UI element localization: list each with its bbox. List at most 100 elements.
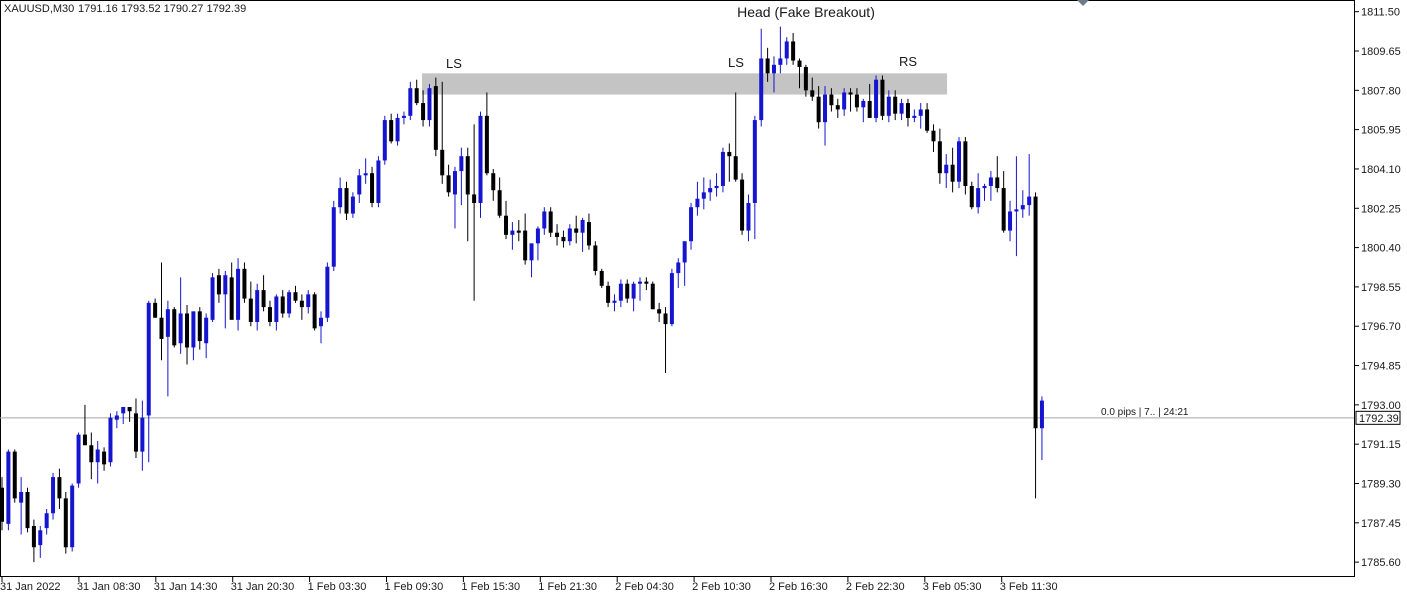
candle-bear (465, 156, 470, 195)
x-tick-label: 31 Jan 08:30 (77, 581, 141, 593)
candle-bear (197, 311, 202, 342)
candle-bear (548, 211, 553, 233)
candle-bull (542, 211, 547, 229)
candle-bear (931, 130, 936, 142)
candle-bull (178, 313, 183, 344)
candle-bull (752, 120, 757, 203)
candle-bull (669, 273, 674, 325)
candle-bull (778, 58, 783, 65)
candle-bull (44, 513, 49, 529)
resistance-zone (422, 73, 947, 95)
candle-bull (408, 88, 413, 116)
candle-bear (880, 79, 885, 116)
candle-bull (842, 92, 847, 110)
y-tick-label: 1811.50 (1361, 7, 1400, 19)
candle-bear (344, 188, 349, 214)
y-tick-label: 1809.65 (1361, 46, 1401, 58)
candle-bull (510, 230, 515, 235)
candle-bear (433, 86, 438, 150)
left-shoulder-annotation-2: LS (728, 55, 744, 70)
candle-bear (1001, 188, 1006, 231)
y-tick-label: 1789.30 (1361, 478, 1401, 490)
candle-bear (650, 283, 655, 310)
candle-bull (146, 302, 151, 416)
candle-bear (12, 451, 17, 499)
candle-bear (89, 445, 94, 463)
candle-bull (759, 58, 764, 121)
candle-bear (159, 317, 164, 339)
candle-bear (727, 151, 732, 157)
candle-bull (701, 192, 706, 199)
candle-bull (580, 219, 585, 233)
price-info-text: 0.0 pips | 7.. | 24:21 (1101, 407, 1189, 418)
x-tick-label: 31 Jan 20:30 (231, 581, 295, 593)
candle-bull (236, 268, 241, 320)
candle-bull (1020, 205, 1025, 210)
candle-bull (1027, 196, 1032, 206)
candle-bear (829, 94, 834, 106)
chart-shift-marker-icon[interactable] (1077, 0, 1089, 6)
candle-bull (459, 156, 464, 172)
candle-bull (70, 485, 75, 548)
candle-bear (854, 94, 859, 108)
candle-bull (918, 109, 923, 116)
candle-bull (287, 292, 292, 314)
candle-bull (350, 196, 355, 214)
x-tick-label: 31 Jan 14:30 (154, 581, 218, 593)
candle-bull (165, 309, 170, 337)
candle-bull (529, 243, 534, 261)
candle-bull (210, 277, 215, 320)
candle-bull (823, 94, 828, 123)
price-chart[interactable]: 1811.50 1809.65 1807.80 1805.95 1804.10 1802.… (0, 0, 1407, 595)
candle-bear (389, 120, 394, 142)
x-tick-label: 1 Feb 15:30 (461, 581, 520, 593)
candle-bear (523, 230, 528, 261)
candle-bull (319, 317, 323, 327)
y-tick-label: 1796.70 (1361, 321, 1401, 333)
y-tick-label: 1798.55 (1361, 282, 1401, 294)
candle-bull (708, 188, 713, 193)
candle-bear (504, 215, 509, 235)
candle-bear (905, 103, 910, 118)
candle-bull (38, 530, 43, 546)
candle-bull (695, 198, 700, 208)
candle-bull (382, 120, 387, 161)
candle-bull (331, 207, 336, 267)
candle-bull (338, 188, 343, 208)
candle-bull (395, 117, 400, 142)
candle-bull (535, 228, 540, 244)
candle-bull (988, 177, 993, 186)
candle-bear (63, 498, 68, 548)
candle-bear (421, 103, 426, 121)
candle-bull (944, 164, 949, 174)
candle-bull (223, 275, 228, 295)
x-tick-label: 3 Feb 11:30 (1000, 581, 1058, 593)
candle-bull (376, 160, 381, 203)
candle-bull (478, 115, 483, 203)
candle-bear (0, 487, 4, 522)
candle-bear (293, 292, 298, 301)
candle-bull (689, 207, 694, 242)
candle-bull (618, 283, 623, 301)
candle-bear (248, 298, 253, 322)
candle-bull (121, 406, 126, 414)
candle-bear (312, 294, 317, 329)
candle-bull (874, 79, 879, 118)
y-tick-label: 1802.25 (1361, 203, 1401, 215)
candle-bull (6, 451, 11, 524)
candle-bear (803, 66, 808, 91)
candle-bear (133, 413, 138, 452)
candle-bear (867, 100, 872, 118)
candle-bull (306, 294, 311, 308)
candle-bull (638, 281, 642, 284)
candle-bear (586, 222, 591, 246)
candle-bull (720, 151, 725, 186)
candle-bull (363, 173, 368, 176)
current-price-label: 1792.39 (1359, 413, 1399, 425)
candle-bear (491, 173, 496, 191)
time-axis: 31 Jan 2022 31 Jan 08:30 31 Jan 14:30 31 Ja… (0, 577, 1058, 593)
y-tick-label: 1791.15 (1361, 439, 1401, 451)
candle-bull (631, 283, 636, 299)
candle-bear (625, 283, 630, 299)
candle-bull (1008, 211, 1013, 231)
